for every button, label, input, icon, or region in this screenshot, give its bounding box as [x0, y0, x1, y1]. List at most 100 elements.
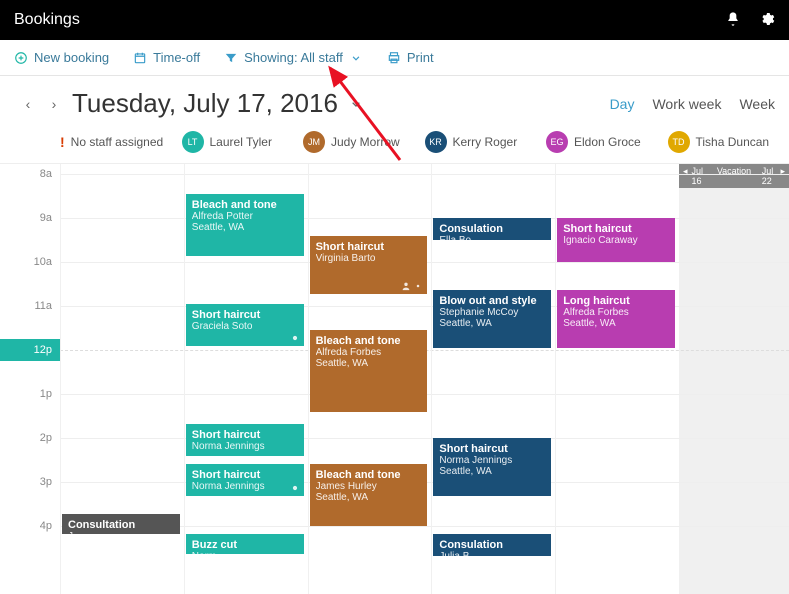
staff-header[interactable]: ! No staff assigned: [60, 131, 182, 153]
calendar-event[interactable]: Short haircutNorma JenningsSeattle, WA: [433, 438, 551, 496]
staff-label: Judy Morrow: [331, 135, 400, 149]
event-client: Norma Jennings: [192, 441, 298, 452]
hour-label: 11a: [34, 300, 52, 312]
staff-label: Tisha Duncan: [696, 135, 770, 149]
time-off-button[interactable]: Time-off: [133, 50, 200, 65]
event-title: Bleach and tone: [192, 199, 298, 211]
print-button[interactable]: Print: [387, 50, 434, 65]
recurring-icon: [290, 333, 300, 343]
calendar-event[interactable]: Short haircutVirginia Barto: [310, 236, 428, 294]
event-title: Short haircut: [192, 429, 298, 441]
calendar-event[interactable]: Short haircutNorma Jennings: [186, 464, 304, 496]
staff-header[interactable]: EGEldon Groce: [546, 131, 668, 153]
calendar-event[interactable]: Long haircutAlfreda ForbesSeattle, WA: [557, 290, 675, 348]
event-client: James Hurley: [316, 481, 422, 492]
event-title: Short haircut: [316, 241, 422, 253]
calendar-event[interactable]: Short haircutGraciela Soto: [186, 304, 304, 346]
calendar-event[interactable]: Short haircutNorma Jennings: [186, 424, 304, 456]
view-week[interactable]: Week: [739, 96, 775, 112]
calendar-event[interactable]: ConsultationJ: [62, 514, 180, 534]
calendar-event[interactable]: Blow out and styleStephanie McCoySeattle…: [433, 290, 551, 348]
staff-label: No staff assigned: [71, 135, 164, 149]
new-booking-button[interactable]: New booking: [14, 50, 109, 65]
avatar: TD: [668, 131, 690, 153]
event-title: Short haircut: [192, 309, 298, 321]
event-client: J: [68, 531, 174, 534]
noon-indicator: 12p: [0, 339, 60, 361]
event-client: Alfreda Forbes: [563, 307, 669, 318]
avatar: EG: [546, 131, 568, 153]
hour-label: 8a: [40, 168, 52, 180]
alert-icon: !: [60, 134, 65, 150]
app-title: Bookings: [14, 11, 80, 29]
tisha-duncan-column: ◂Jul 16 Vacation Jul 22▸: [679, 164, 789, 594]
event-title: Bleach and tone: [316, 335, 422, 347]
event-title: Blow out and style: [439, 295, 545, 307]
view-day[interactable]: Day: [610, 96, 635, 112]
staff-label: Kerry Roger: [453, 135, 518, 149]
event-client: Ignacio Caraway: [563, 235, 669, 246]
date-title[interactable]: Tuesday, July 17, 2016: [72, 88, 338, 119]
calendar-event[interactable]: ConsulationElla Bo: [433, 218, 551, 240]
hour-label: 2p: [40, 432, 52, 444]
staff-filter-button[interactable]: Showing: All staff: [224, 50, 363, 65]
event-title: Consulation: [439, 223, 545, 235]
calendar-event[interactable]: Short haircutIgnacio Caraway: [557, 218, 675, 262]
time-off-label: Time-off: [153, 50, 200, 65]
event-client: Norma Jennings: [192, 481, 298, 492]
event-title: Buzz cut: [192, 539, 298, 551]
staff-header[interactable]: JM Judy Morrow: [303, 131, 425, 153]
filter-icon: [224, 51, 238, 65]
staff-header[interactable]: LTLaurel Tyler: [182, 131, 304, 153]
prev-day-button[interactable]: ‹: [20, 96, 36, 112]
hour-label: 10a: [34, 256, 52, 268]
calendar-event[interactable]: Bleach and toneAlfreda ForbesSeattle, WA: [310, 330, 428, 412]
printer-icon: [387, 51, 401, 65]
event-location: Seattle, WA: [316, 358, 422, 369]
recurring-icon: [290, 483, 300, 493]
event-location: Seattle, WA: [316, 492, 422, 503]
next-day-button[interactable]: ›: [46, 96, 62, 112]
avatar: JM: [303, 131, 325, 153]
event-title: Long haircut: [563, 295, 669, 307]
bell-icon[interactable]: [725, 11, 741, 30]
avatar: KR: [425, 131, 447, 153]
view-workweek[interactable]: Work week: [652, 96, 721, 112]
event-location: Seattle, WA: [192, 222, 298, 233]
event-client: Julia B: [439, 551, 545, 556]
event-client: Alfreda Potter: [192, 211, 298, 222]
print-label: Print: [407, 50, 434, 65]
event-location: Seattle, WA: [439, 318, 545, 329]
event-title: Consulation: [439, 539, 545, 551]
hour-label: 9a: [40, 212, 52, 224]
new-booking-label: New booking: [34, 50, 109, 65]
event-client: Graciela Soto: [192, 321, 298, 332]
event-location: Seattle, WA: [563, 318, 669, 329]
staff-header[interactable]: KR Kerry Roger: [425, 131, 547, 153]
staff-header[interactable]: TD Tisha Duncan: [668, 131, 789, 153]
vacation-banner: ◂Jul 16 Vacation Jul 22▸: [679, 164, 789, 188]
event-client: Ella Bo: [439, 235, 545, 240]
staff-filter-label: Showing: All staff: [244, 50, 343, 65]
chevron-down-icon[interactable]: [348, 96, 364, 112]
gear-icon[interactable]: [759, 11, 775, 30]
hour-label: 4p: [40, 520, 52, 532]
event-title: Short haircut: [563, 223, 669, 235]
event-client: Norma Jennings: [439, 455, 545, 466]
hour-label: 1p: [40, 388, 52, 400]
calendar-event[interactable]: Bleach and toneAlfreda PotterSeattle, WA: [186, 194, 304, 256]
event-title: Consultation: [68, 519, 174, 531]
event-client: Norm: [192, 551, 298, 554]
event-location: Seattle, WA: [439, 466, 545, 477]
event-title: Bleach and tone: [316, 469, 422, 481]
calendar-icon: [133, 51, 147, 65]
calendar-event[interactable]: ConsulationJulia B: [433, 534, 551, 556]
event-client: Virginia Barto: [316, 253, 422, 264]
calendar-event[interactable]: Buzz cutNorm: [186, 534, 304, 554]
person-icon: [401, 281, 411, 291]
event-title: Short haircut: [439, 443, 545, 455]
staff-label: Laurel Tyler: [210, 135, 272, 149]
plus-circle-icon: [14, 51, 28, 65]
event-client: Stephanie McCoy: [439, 307, 545, 318]
calendar-event[interactable]: Bleach and toneJames HurleySeattle, WA: [310, 464, 428, 526]
